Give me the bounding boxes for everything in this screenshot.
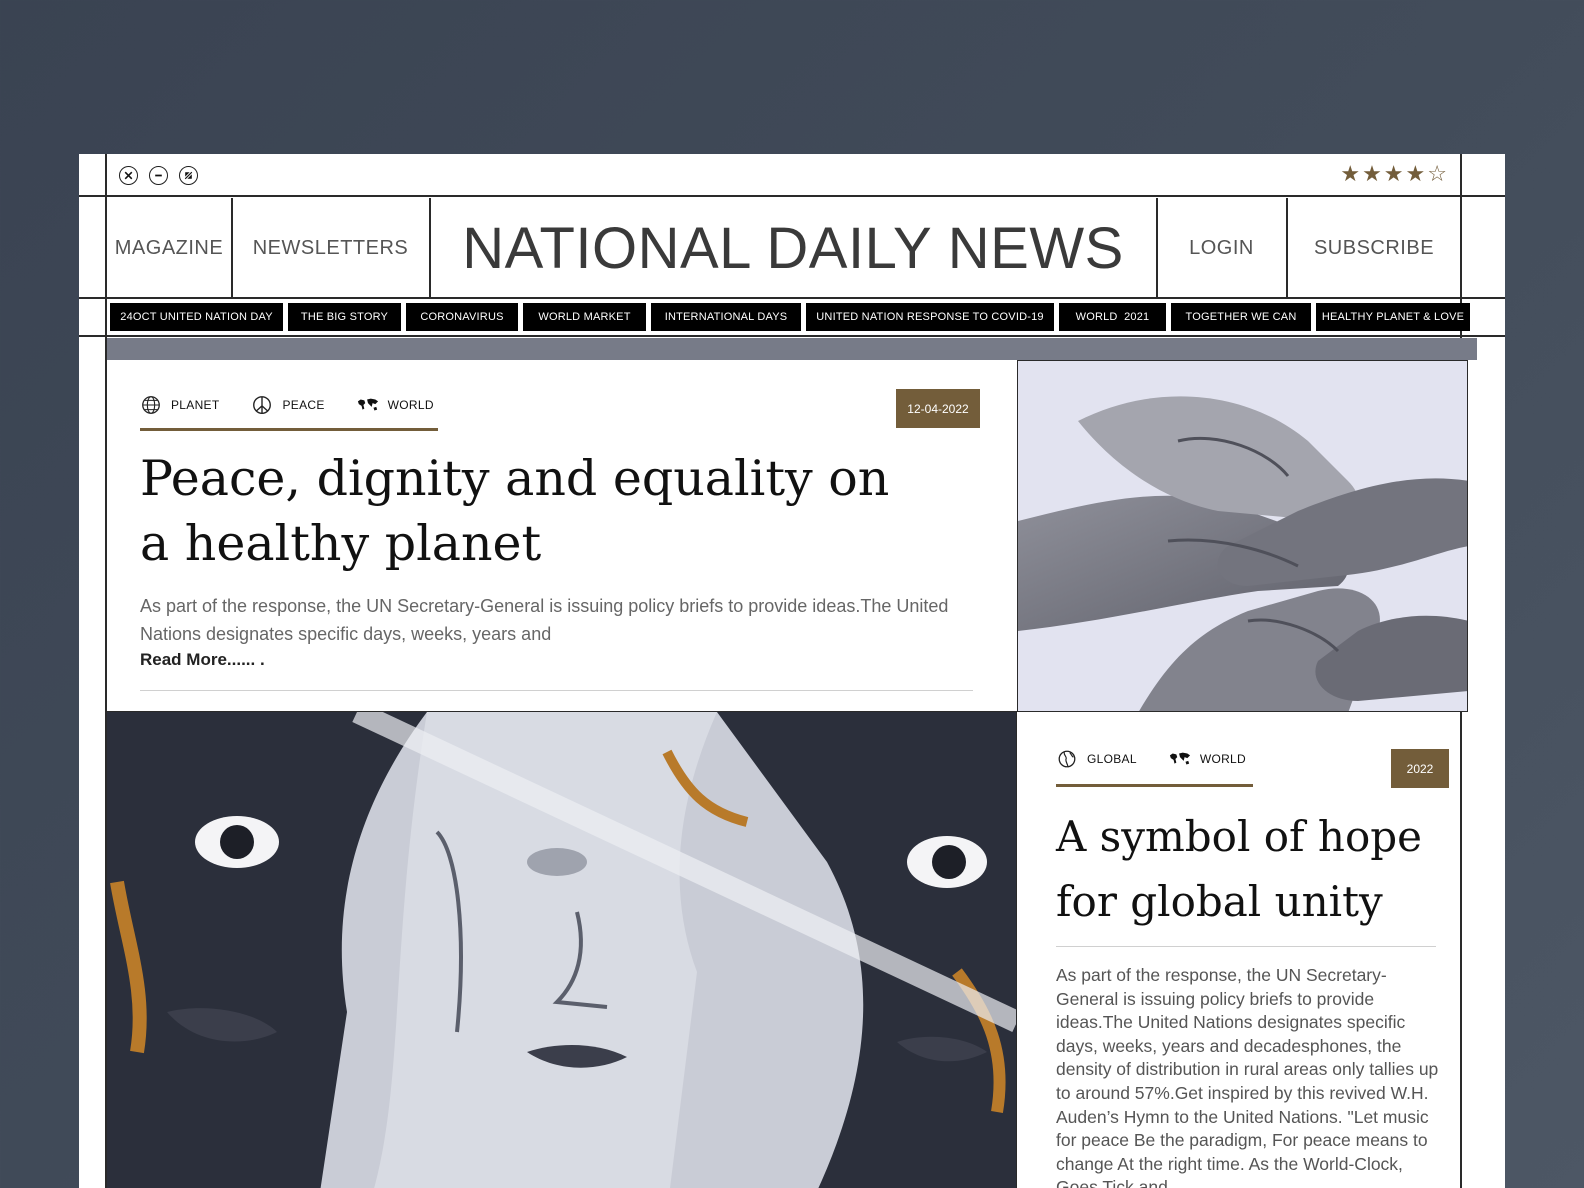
date-badge: 2022	[1391, 749, 1449, 788]
article2-excerpt: As part of the response, the UN Secretar…	[1056, 965, 1439, 1188]
tag-un-day[interactable]: 24OCT UNITED NATION DAY	[110, 303, 283, 331]
tag-big-story[interactable]: THE BIG STORY	[288, 303, 401, 331]
star-filled-icon[interactable]: ★	[1406, 160, 1426, 190]
tag-together-we-can[interactable]: TOGETHER WE CAN	[1171, 303, 1311, 331]
category-label: WORLD	[387, 398, 434, 412]
close-icon[interactable]	[119, 166, 138, 185]
category-label: GLOBAL	[1087, 752, 1137, 766]
category-underline	[1056, 784, 1253, 787]
frame-line-tags	[79, 335, 1505, 337]
category-label: PEACE	[282, 398, 325, 412]
divider-band	[107, 338, 1477, 360]
frame-line-title	[79, 195, 1505, 197]
tag-world-2021[interactable]: WORLD 2021	[1059, 303, 1166, 331]
world-map-icon	[1169, 752, 1190, 765]
read-more-link[interactable]: Read More...... .	[140, 650, 265, 670]
peace-icon	[253, 396, 272, 414]
category-peace[interactable]: PEACE	[251, 394, 324, 416]
tag-coronavirus[interactable]: CORONAVIRUS	[406, 303, 518, 331]
minimize-icon[interactable]	[149, 166, 168, 185]
featured-article: PLANET PEACE WORLD 12-04-2022 Peace, dig…	[107, 360, 1017, 710]
star-empty-icon[interactable]: ☆	[1427, 160, 1447, 190]
star-filled-icon[interactable]: ★	[1362, 160, 1382, 190]
category-label: PLANET	[171, 398, 220, 412]
tag-world-market[interactable]: WORLD MARKET	[523, 303, 646, 331]
star-rating[interactable]: ★ ★ ★ ★ ☆	[1340, 160, 1447, 190]
world-map-icon	[357, 398, 378, 411]
login-link[interactable]: LOGIN	[1157, 198, 1286, 298]
browser-window: ★ ★ ★ ★ ☆ MAGAZINE NEWSLETTERS NATIONAL DAIL…	[79, 154, 1505, 1188]
star-filled-icon[interactable]: ★	[1340, 160, 1360, 190]
site-title: NATIONAL DAILY NEWS	[462, 215, 1124, 281]
category-global[interactable]: GLOBAL	[1056, 748, 1137, 770]
tag-international-days[interactable]: INTERNATIONAL DAYS	[651, 303, 801, 331]
category-underline	[140, 428, 438, 431]
subscribe-link[interactable]: SUBSCRIBE	[1287, 198, 1461, 298]
category-world[interactable]: WORLD	[1169, 748, 1246, 770]
hands-photo	[1017, 360, 1468, 712]
nav-magazine[interactable]: MAGAZINE	[107, 198, 231, 298]
topic-tags: 24OCT UNITED NATION DAY THE BIG STORY CO…	[110, 303, 1470, 331]
article-categories: PLANET PEACE WORLD	[140, 394, 466, 416]
date-badge: 12-04-2022	[896, 389, 980, 428]
category-planet[interactable]: PLANET	[140, 394, 219, 416]
expand-icon[interactable]	[179, 166, 198, 185]
globe-americas-icon	[1058, 750, 1076, 768]
mural-photo	[107, 711, 1017, 1188]
article2-headline[interactable]: A symbol of hope for global unity	[1056, 804, 1436, 934]
category-label: WORLD	[1199, 752, 1246, 766]
tag-un-covid-response[interactable]: UNITED NATION RESPONSE TO COVID-19	[806, 303, 1054, 331]
mural-illustration	[107, 712, 1016, 1188]
window-controls	[119, 166, 198, 185]
article2-divider	[1056, 946, 1436, 947]
tag-healthy-planet[interactable]: HEALTHY PLANET & LOVE	[1316, 303, 1470, 331]
article2-categories: GLOBAL WORLD	[1056, 748, 1278, 770]
star-filled-icon[interactable]: ★	[1384, 160, 1404, 190]
article-headline[interactable]: Peace, dignity and equality on a healthy…	[140, 446, 900, 576]
globe-icon	[142, 396, 160, 414]
article-divider	[140, 690, 973, 691]
nav-newsletters[interactable]: NEWSLETTERS	[232, 198, 429, 298]
category-world[interactable]: WORLD	[357, 394, 434, 416]
article-excerpt: As part of the response, the UN Secretar…	[140, 596, 949, 644]
hands-illustration	[1018, 361, 1467, 711]
